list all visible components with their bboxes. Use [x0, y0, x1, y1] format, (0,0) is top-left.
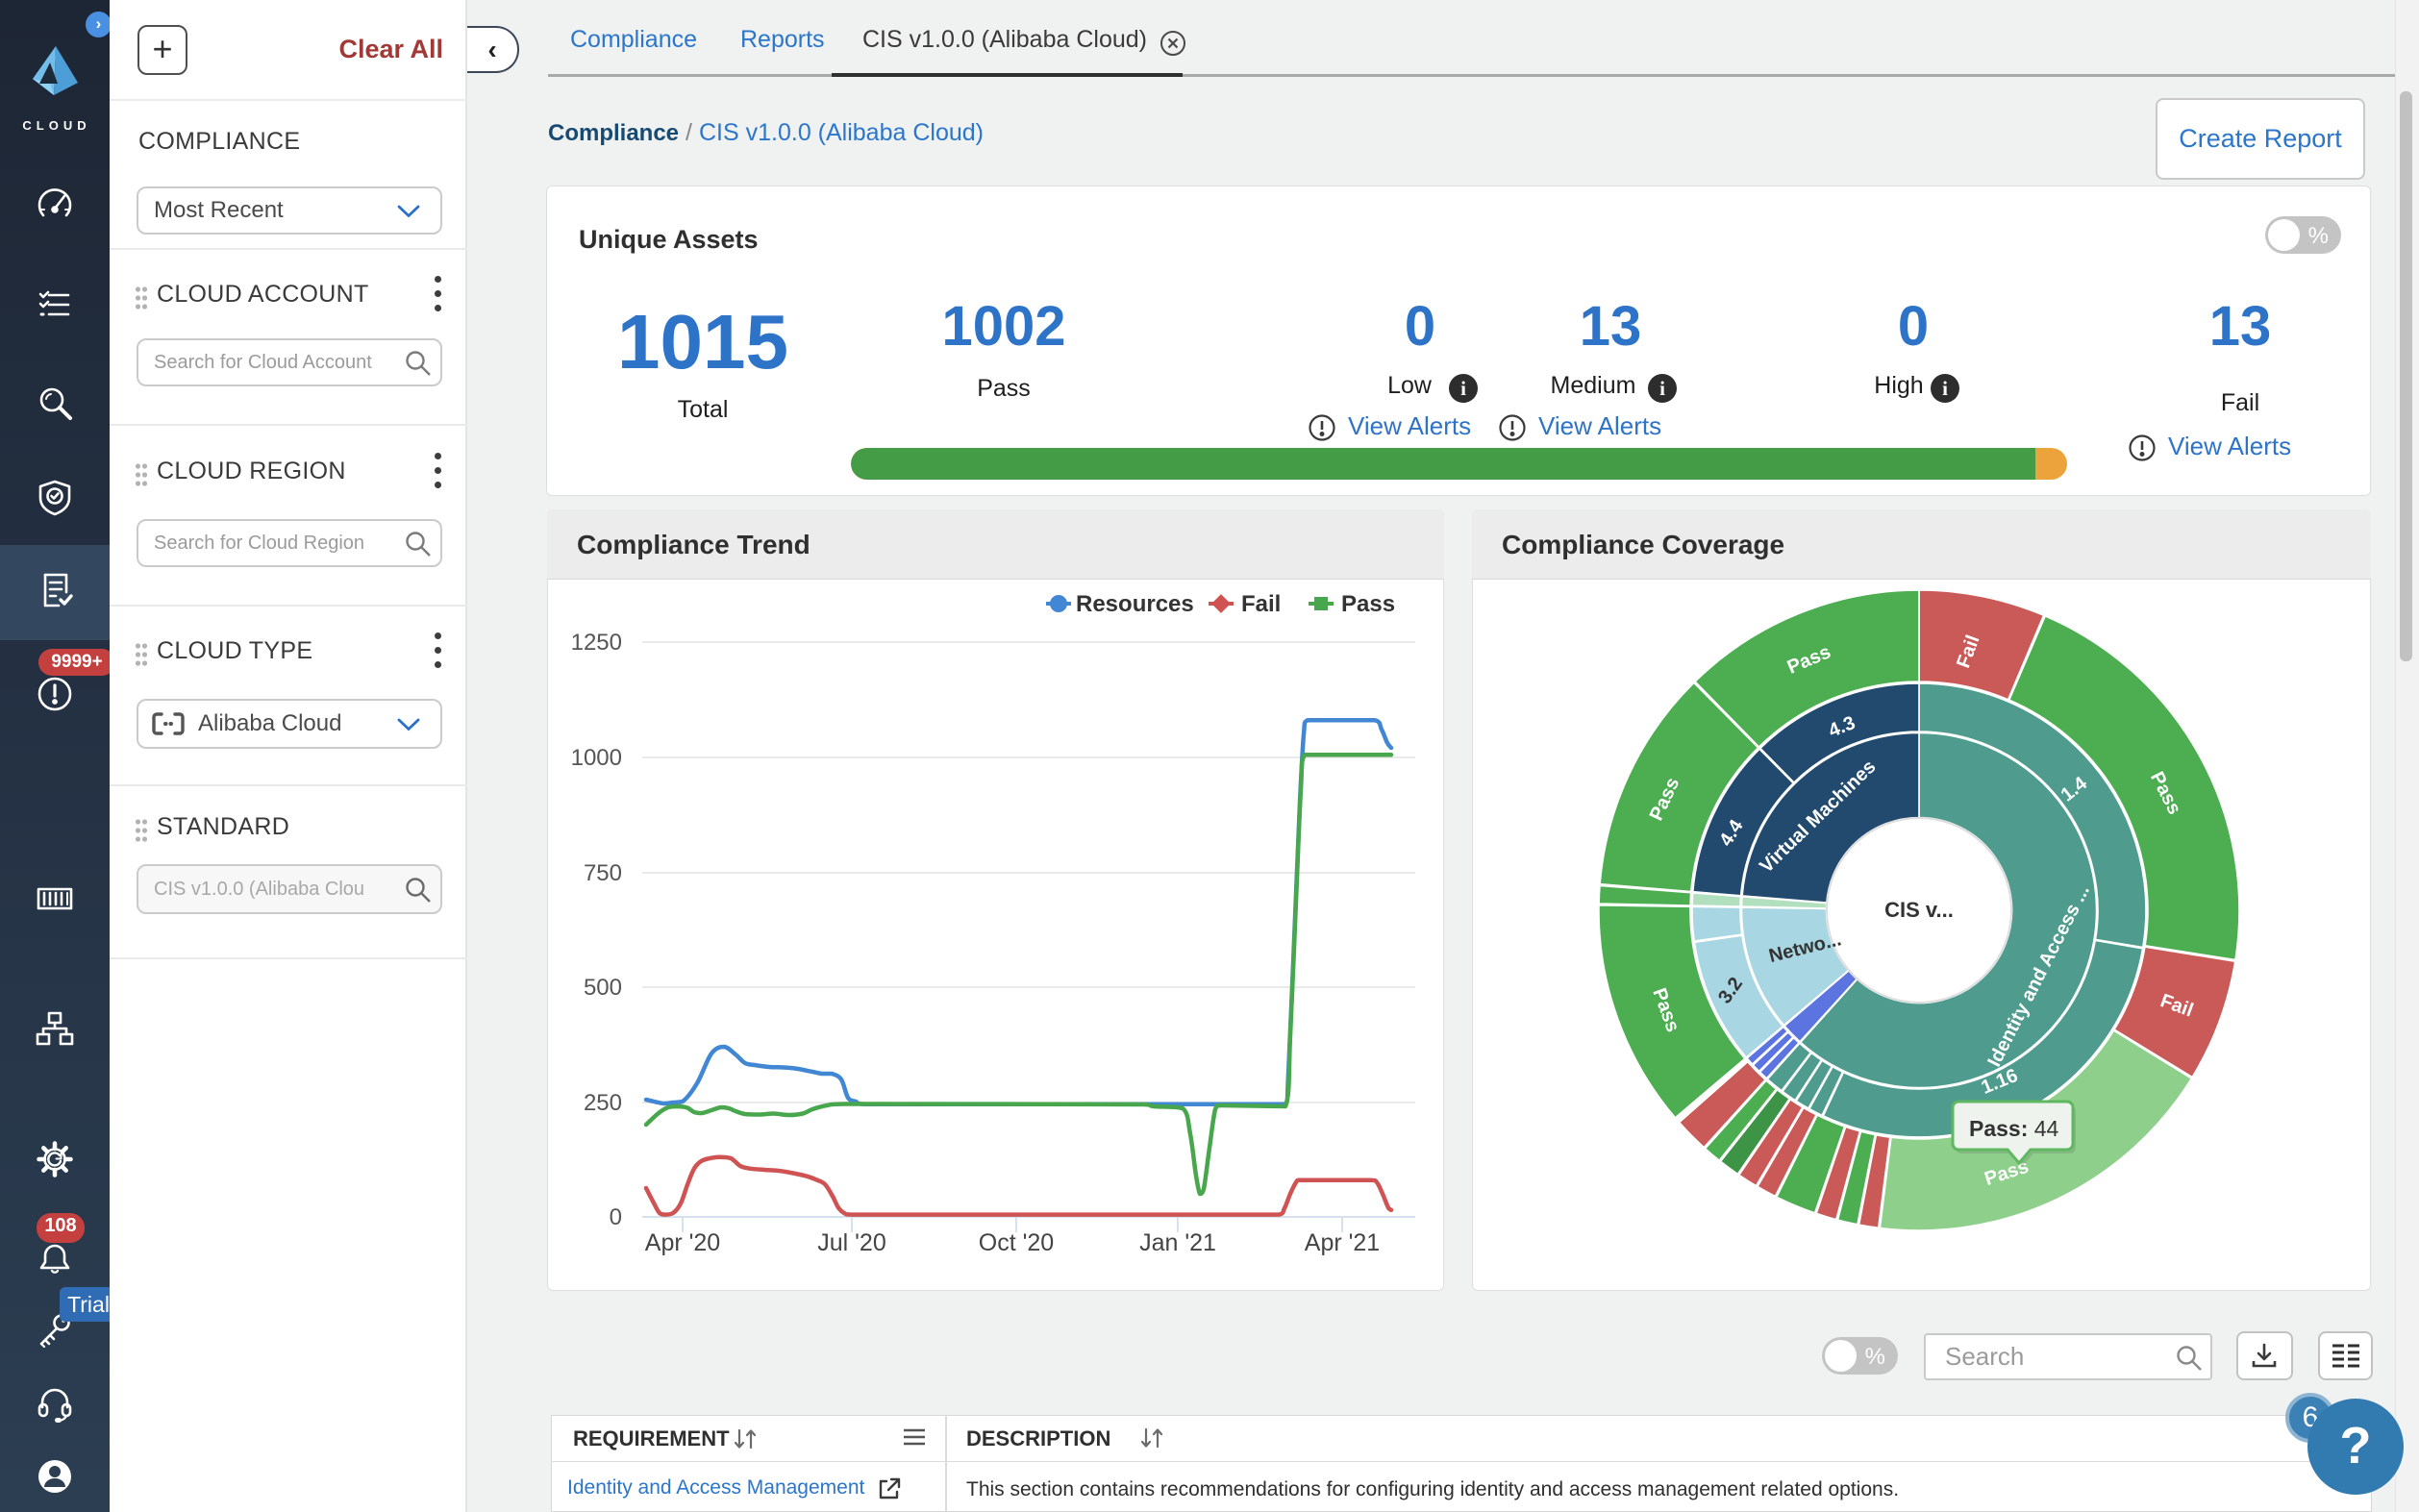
svg-text:Resources: Resources [1076, 591, 1194, 617]
svg-text:Pass: Pass [1341, 591, 1395, 617]
svg-text:1000: 1000 [571, 745, 622, 771]
svg-text:Pass: 44: Pass: 44 [1969, 1116, 2059, 1141]
svg-text:250: 250 [584, 1090, 622, 1116]
svg-text:Fail: Fail [1241, 591, 1281, 617]
svg-text:1250: 1250 [571, 630, 622, 656]
svg-text:500: 500 [584, 975, 622, 1001]
svg-text:750: 750 [584, 860, 622, 886]
svg-text:Oct '20: Oct '20 [979, 1229, 1054, 1256]
svg-text:Jul '20: Jul '20 [817, 1229, 885, 1256]
svg-text:Apr '21: Apr '21 [1305, 1229, 1380, 1256]
svg-text:Apr '20: Apr '20 [645, 1229, 720, 1256]
svg-text:0: 0 [610, 1204, 622, 1230]
svg-text:CIS v...: CIS v... [1884, 898, 1954, 922]
svg-text:Jan '21: Jan '21 [1139, 1229, 1216, 1256]
